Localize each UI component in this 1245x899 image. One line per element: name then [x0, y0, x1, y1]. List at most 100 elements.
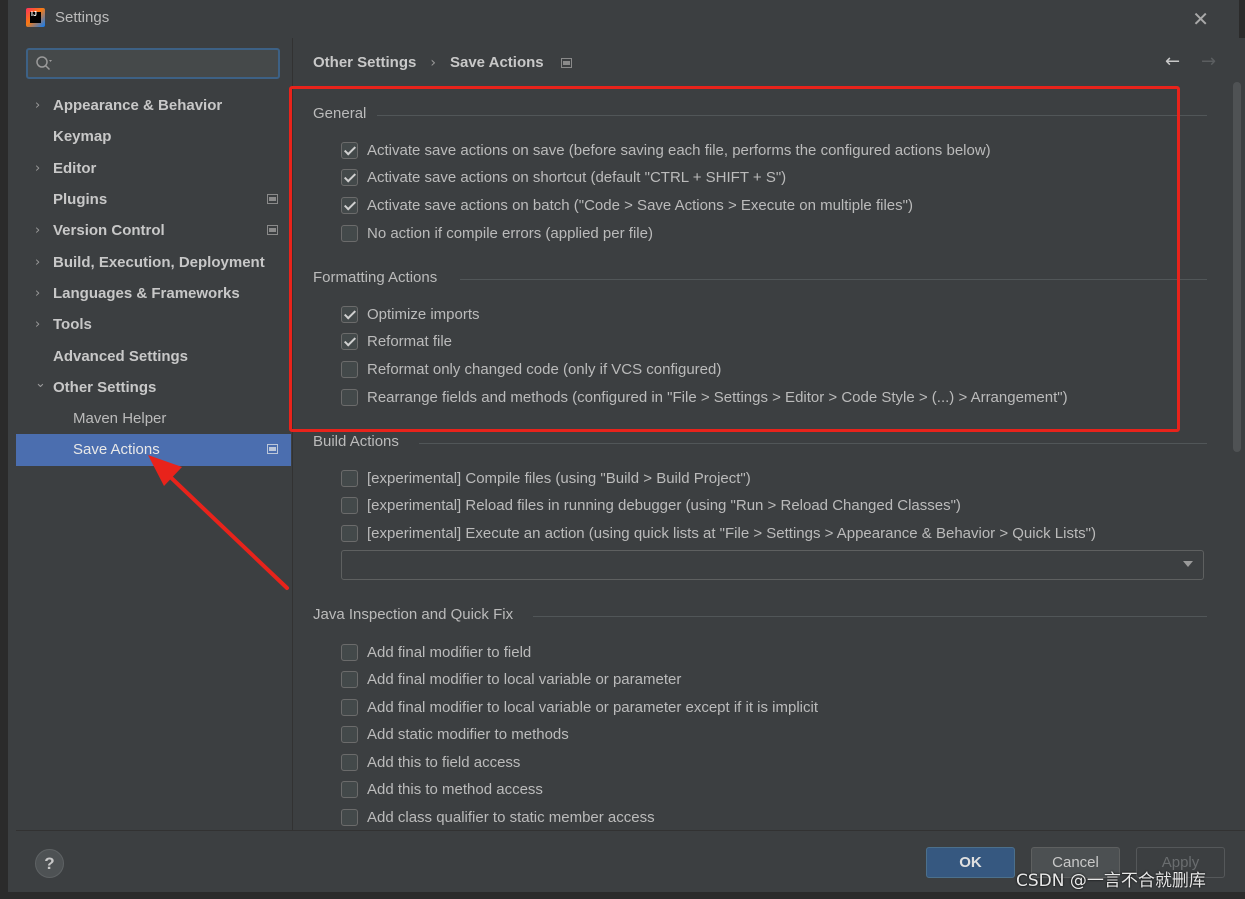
checkbox-option[interactable]: Add static modifier to methods [341, 724, 569, 746]
checkbox-unchecked[interactable] [341, 497, 358, 515]
checkbox-option[interactable]: Add final modifier to field [341, 641, 531, 663]
divider [419, 443, 1207, 444]
checkbox-checked[interactable] [341, 305, 358, 323]
checkbox-option[interactable]: Rearrange fields and methods (configured… [341, 386, 1068, 408]
checkbox-option[interactable]: Add final modifier to local variable or … [341, 669, 681, 691]
sidebar-item-advanced-settings[interactable]: Advanced Settings [16, 340, 291, 371]
settings-sidebar: › Appearance & Behavior Keymap › Editor Plugi… [16, 38, 291, 830]
section-title-general: General [313, 105, 367, 122]
checkbox-label: Add final modifier to local variable or … [367, 671, 682, 688]
section-title-formatting: Formatting Actions [313, 269, 438, 286]
checkbox-unchecked[interactable] [341, 753, 358, 771]
chevron-down-icon [1183, 561, 1193, 567]
ok-button[interactable]: OK [926, 847, 1015, 878]
back-arrow-icon[interactable]: ← [1165, 51, 1180, 72]
scrollbar[interactable] [1233, 82, 1241, 452]
checkbox-option[interactable]: Optimize imports [341, 303, 480, 325]
checkbox-label: Reformat file [367, 333, 453, 351]
sidebar-item-editor[interactable]: › Editor [16, 153, 291, 184]
checkbox-option[interactable]: [experimental] Compile files (using "Bui… [341, 467, 751, 489]
sidebar-item-label: Maven Helper [73, 410, 167, 428]
project-scope-icon [267, 193, 278, 204]
checkbox-unchecked[interactable] [341, 671, 358, 688]
section-title-java: Java Inspection and Quick Fix [313, 606, 514, 623]
project-scope-icon [267, 225, 278, 236]
checkbox-option[interactable]: Add this to field access [341, 751, 520, 773]
quick-list-dropdown[interactable] [341, 550, 1204, 580]
checkbox-option[interactable]: [experimental] Reload files in running d… [341, 495, 961, 517]
sidebar-item-plugins[interactable]: Plugins [16, 184, 291, 215]
checkbox-label: Activate save actions on batch ("Code > … [367, 196, 913, 214]
checkbox-label: Add final modifier to local variable or … [367, 698, 819, 716]
sidebar-item-other-settings[interactable]: ⌄ Other Settings [16, 372, 291, 403]
sidebar-item-keymap[interactable]: Keymap [16, 121, 291, 152]
checkbox-label: Reformat only changed code (only if VCS … [367, 360, 722, 378]
checkbox-label: Activate save actions on save (before sa… [367, 141, 991, 159]
breadcrumb: Other Settings › Save Actions [313, 54, 572, 71]
sidebar-item-label: Build, Execution, Deployment [53, 253, 265, 271]
checkbox-option[interactable]: Reformat only changed code (only if VCS … [341, 358, 721, 380]
checkbox-checked[interactable] [341, 196, 358, 214]
chevron-down-icon[interactable]: ⌄ [35, 376, 49, 391]
checkbox-unchecked[interactable] [341, 698, 358, 716]
chevron-right-icon[interactable]: › [35, 317, 49, 332]
checkbox-label: Add class qualifier to static member acc… [367, 808, 655, 826]
breadcrumb-parent[interactable]: Other Settings [313, 54, 416, 71]
checkbox-option[interactable]: No action if compile errors (applied per… [341, 222, 653, 244]
forward-arrow-icon[interactable]: → [1201, 51, 1216, 72]
section-title-build: Build Actions [313, 433, 399, 450]
checkbox-unchecked[interactable] [341, 360, 358, 378]
sidebar-item-save-actions[interactable]: Save Actions [16, 434, 291, 466]
checkbox-unchecked[interactable] [341, 781, 358, 798]
search-input[interactable] [26, 48, 280, 79]
checkbox-label: [experimental] Compile files (using "Bui… [367, 469, 751, 487]
sidebar-item-build-execution-deployment[interactable]: › Build, Execution, Deployment [16, 246, 291, 277]
checkbox-unchecked[interactable] [341, 726, 358, 743]
chevron-right-icon: › [430, 54, 436, 71]
checkbox-option[interactable]: Add class qualifier to static member acc… [341, 806, 655, 828]
checkbox-unchecked[interactable] [341, 469, 358, 487]
checkbox-option[interactable]: Activate save actions on shortcut (defau… [341, 167, 786, 189]
checkbox-option[interactable]: Add this to method access [341, 779, 543, 801]
sidebar-item-label: Plugins [53, 191, 108, 209]
intellij-app-icon: IJ [26, 8, 45, 27]
search-icon [36, 56, 52, 71]
chevron-right-icon[interactable]: › [35, 255, 49, 270]
chevron-right-icon[interactable]: › [35, 286, 49, 301]
help-button[interactable]: ? [35, 849, 64, 878]
checkbox-checked[interactable] [341, 141, 358, 159]
sidebar-item-label: Keymap [53, 128, 112, 146]
settings-content-panel: Other Settings › Save Actions ← → Genera… [292, 38, 1245, 830]
project-scope-icon [267, 444, 278, 455]
checkbox-option[interactable]: Activate save actions on save (before sa… [341, 139, 991, 161]
sidebar-item-appearance-behavior[interactable]: › Appearance & Behavior [16, 90, 291, 121]
window-bottom-edge [0, 892, 1245, 899]
checkbox-unchecked[interactable] [341, 808, 358, 826]
chevron-right-icon[interactable]: › [35, 223, 49, 238]
checkbox-option[interactable]: [experimental] Execute an action (using … [341, 522, 1096, 544]
checkbox-option[interactable]: Activate save actions on batch ("Code > … [341, 194, 913, 216]
project-scope-icon [560, 57, 572, 68]
checkbox-unchecked[interactable] [341, 224, 358, 242]
chevron-right-icon[interactable]: › [35, 161, 49, 176]
chevron-right-icon[interactable]: › [35, 98, 49, 113]
sidebar-item-languages-frameworks[interactable]: › Languages & Frameworks [16, 278, 291, 309]
checkbox-unchecked[interactable] [341, 388, 358, 406]
checkbox-label: Add this to field access [367, 753, 521, 771]
checkbox-label: Add final modifier to field [367, 643, 532, 661]
sidebar-item-tools[interactable]: › Tools [16, 309, 291, 340]
close-icon[interactable]: ✕ [1192, 7, 1209, 31]
window-title: Settings [55, 9, 110, 26]
checkbox-label: Optimize imports [367, 305, 480, 323]
checkbox-checked[interactable] [341, 169, 358, 187]
checkbox-unchecked[interactable] [341, 524, 358, 542]
checkbox-option[interactable]: Reformat file [341, 331, 452, 353]
sidebar-item-maven-helper[interactable]: Maven Helper [16, 403, 291, 434]
sidebar-item-version-control[interactable]: › Version Control [16, 215, 291, 246]
sidebar-item-label: Appearance & Behavior [53, 97, 223, 115]
checkbox-unchecked[interactable] [341, 643, 358, 661]
divider [460, 279, 1207, 280]
checkbox-option[interactable]: Add final modifier to local variable or … [341, 696, 818, 718]
sidebar-item-label: Tools [53, 316, 92, 334]
checkbox-checked[interactable] [341, 333, 358, 351]
